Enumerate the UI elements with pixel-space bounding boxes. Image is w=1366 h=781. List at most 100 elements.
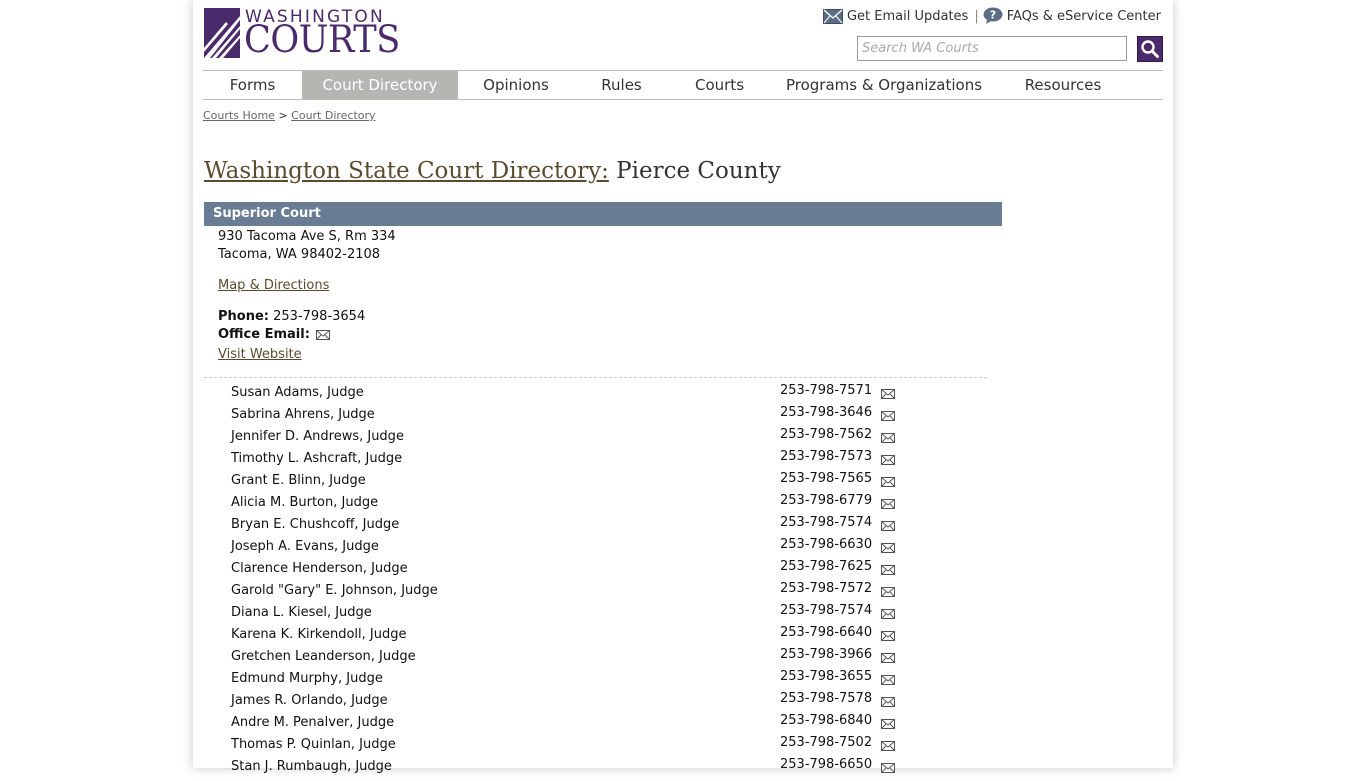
judge-phone: 253-798-7572 [780,581,873,596]
search-button[interactable] [1137,36,1163,62]
judge-row: Alicia M. Burton, Judge 253-798-6779 [231,493,931,517]
judge-name: Susan Adams, Judge [231,385,364,400]
envelope-icon[interactable] [881,630,895,641]
judge-phone: 253-798-7573 [780,449,873,464]
envelope-icon[interactable] [881,674,895,685]
magnifier-icon [1141,40,1159,58]
washington-courts-logo[interactable]: WASHINGTON COURTS [204,7,400,61]
visit-website-link[interactable]: Visit Website [218,347,302,362]
judge-name: Joseph A. Evans, Judge [231,539,379,554]
envelope-icon[interactable] [881,740,895,751]
nav-court-directory[interactable]: Court Directory [302,71,458,99]
envelope-icon[interactable] [822,9,843,24]
main-nav: Forms Court Directory Opinions Rules Cou… [203,70,1163,100]
breadcrumb-separator: > [278,109,288,122]
judge-name: Edmund Murphy, Judge [231,671,383,686]
judge-row: Garold "Gary" E. Johnson, Judge 253-798-7… [231,581,931,605]
phone-label: Phone: [218,309,269,324]
judge-row: Grant E. Blinn, Judge 253-798-7565 [231,471,931,495]
judge-name: Garold "Gary" E. Johnson, Judge [231,583,438,598]
get-email-updates-link[interactable]: Get Email Updates [847,9,968,24]
envelope-icon[interactable] [881,476,895,487]
judge-row: Clarence Henderson, Judge 253-798-7625 [231,559,931,583]
envelope-icon[interactable] [881,586,895,597]
judge-row: Bryan E. Chushcoff, Judge 253-798-7574 [231,515,931,539]
judge-name: James R. Orlando, Judge [231,693,388,708]
judge-row: Karena K. Kirkendoll, Judge 253-798-6640 [231,625,931,649]
svg-text:?: ? [990,9,996,22]
judge-phone: 253-798-6779 [780,493,873,508]
breadcrumb-court-directory[interactable]: Court Directory [291,109,375,122]
page-title-county: Pierce County [608,158,781,184]
nav-resources[interactable]: Resources [998,71,1128,99]
nav-programs-organizations[interactable]: Programs & Organizations [770,71,998,99]
court-directory-title-link[interactable]: Washington State Court Directory: [204,158,609,184]
judge-row: Susan Adams, Judge 253-798-7571 [231,383,931,407]
question-icon[interactable]: ? [983,7,1003,24]
court-address-line2: Tacoma, WA 98402-2108 [218,247,381,262]
judge-row: Gretchen Leanderson, Judge 253-798-3966 [231,647,931,671]
judge-name: Bryan E. Chushcoff, Judge [231,517,400,532]
search-input[interactable] [857,36,1127,61]
judge-name: Stan J. Rumbaugh, Judge [231,759,392,774]
judge-row: Andre M. Penalver, Judge 253-798-6840 [231,713,931,737]
judge-phone: 253-798-7565 [780,471,873,486]
judge-phone: 253-798-3655 [780,669,873,684]
envelope-icon[interactable] [881,762,895,773]
envelope-icon[interactable] [881,432,895,443]
judge-phone: 253-798-6650 [780,757,873,772]
envelope-icon[interactable] [881,718,895,729]
map-directions-link[interactable]: Map & Directions [218,278,329,293]
judge-name: Clarence Henderson, Judge [231,561,408,576]
envelope-icon[interactable] [316,330,331,340]
judge-name: Sabrina Ahrens, Judge [231,407,375,422]
nav-opinions[interactable]: Opinions [458,71,574,99]
judge-phone: 253-798-7578 [780,691,873,706]
envelope-icon[interactable] [881,520,895,531]
logo-text-courts: COURTS [244,18,400,61]
envelope-icon[interactable] [881,564,895,575]
judge-row: James R. Orlando, Judge 253-798-7578 [231,691,931,715]
top-links: Get Email Updates | ? FAQs & eService Cen… [822,7,1161,24]
judge-name: Alicia M. Burton, Judge [231,495,379,510]
judge-row: Diana L. Kiesel, Judge 253-798-7574 [231,603,931,627]
judge-name: Andre M. Penalver, Judge [231,715,395,730]
envelope-icon[interactable] [881,652,895,663]
envelope-icon[interactable] [881,608,895,619]
judge-row: Thomas P. Quinlan, Judge 253-798-7502 [231,735,931,759]
breadcrumb-courts-home[interactable]: Courts Home [203,109,275,122]
judge-phone: 253-798-6640 [780,625,873,640]
judge-phone: 253-798-7502 [780,735,873,750]
judge-name: Thomas P. Quinlan, Judge [231,737,396,752]
judge-row: Joseph A. Evans, Judge 253-798-6630 [231,537,931,561]
judge-phone: 253-798-7562 [780,427,873,442]
judge-name: Timothy L. Ashcraft, Judge [231,451,403,466]
judge-row: Sabrina Ahrens, Judge 253-798-3646 [231,405,931,429]
court-address-line1: 930 Tacoma Ave S, Rm 334 [218,229,396,244]
envelope-icon[interactable] [881,498,895,509]
judge-phone: 253-798-7574 [780,603,873,618]
faqs-eservice-link[interactable]: FAQs & eService Center [1007,9,1161,24]
court-phone: Phone: 253-798-3654 [218,309,365,324]
envelope-icon[interactable] [881,388,895,399]
judge-phone: 253-798-3966 [780,647,873,662]
envelope-icon[interactable] [881,542,895,553]
office-email: Office Email: [218,327,331,342]
nav-courts[interactable]: Courts [669,71,770,99]
judge-phone: 253-798-3646 [780,405,873,420]
office-email-label: Office Email: [218,327,310,342]
judge-row: Stan J. Rumbaugh, Judge 253-798-6650 [231,757,931,781]
envelope-icon[interactable] [881,410,895,421]
judge-name: Grant E. Blinn, Judge [231,473,366,488]
phone-value: 253-798-3654 [273,309,366,324]
judge-phone: 253-798-6840 [780,713,873,728]
nav-rules[interactable]: Rules [574,71,669,99]
envelope-icon[interactable] [881,454,895,465]
page-container: WASHINGTON COURTS Get Email Updates | ? F… [193,0,1173,774]
judge-row: Timothy L. Ashcraft, Judge 253-798-7573 [231,449,931,473]
nav-forms[interactable]: Forms [203,71,302,99]
judge-name: Karena K. Kirkendoll, Judge [231,627,407,642]
logo-mark-icon [204,8,240,58]
envelope-icon[interactable] [881,696,895,707]
judge-phone: 253-798-6630 [780,537,873,552]
